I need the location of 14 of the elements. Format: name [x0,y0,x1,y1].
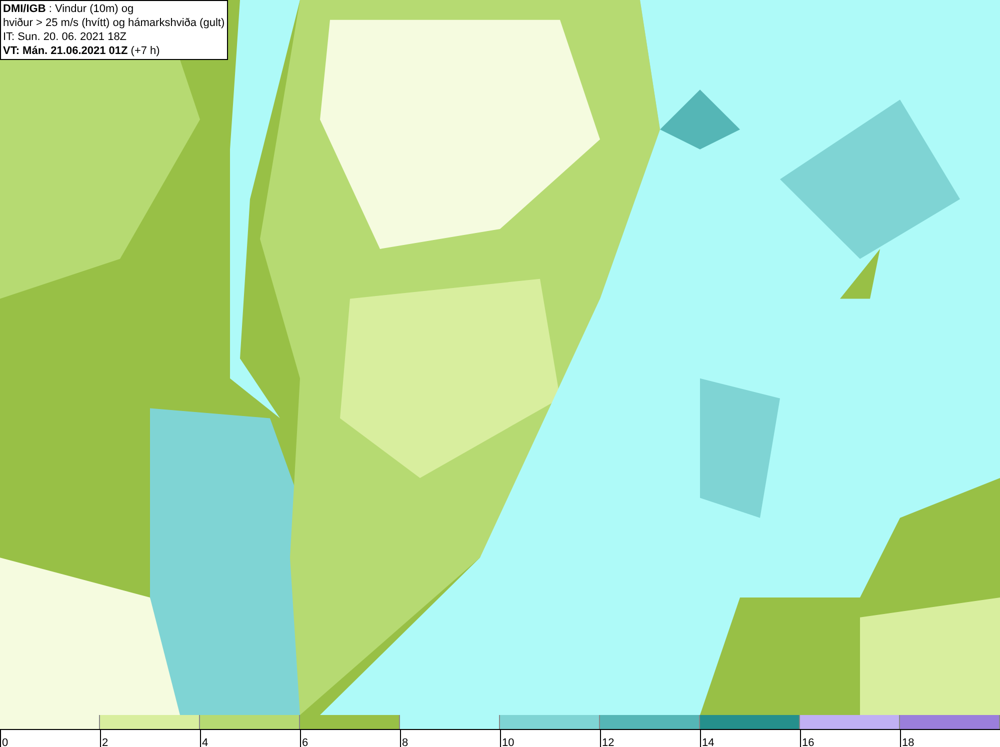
legend-tick-label: 18 [901,737,914,747]
legend-tick-label: 14 [701,737,714,747]
legend-tick-label: 6 [301,737,308,747]
legend-tick-label: 4 [201,737,208,747]
title-line: IT: Sun. 20. 06. 2021 18Z [3,30,128,44]
legend-tick-label: 8 [401,737,408,747]
legend-tick-label: 2 [101,737,108,747]
title-line: VT: Mán. 21.06.2021 01Z (+7 h) [3,44,161,58]
legend-tick-label: 0 [1,737,8,747]
legend-tick-label: 16 [801,737,814,747]
title-line: DMI/IGB : Vindur (10m) og [3,2,135,16]
legend-tick-label: 10 [501,737,514,747]
title-line: hviður > 25 m/s (hvítt) og hámarkshviða (gult) [3,16,225,30]
legend-tick-label: 12 [601,737,614,747]
